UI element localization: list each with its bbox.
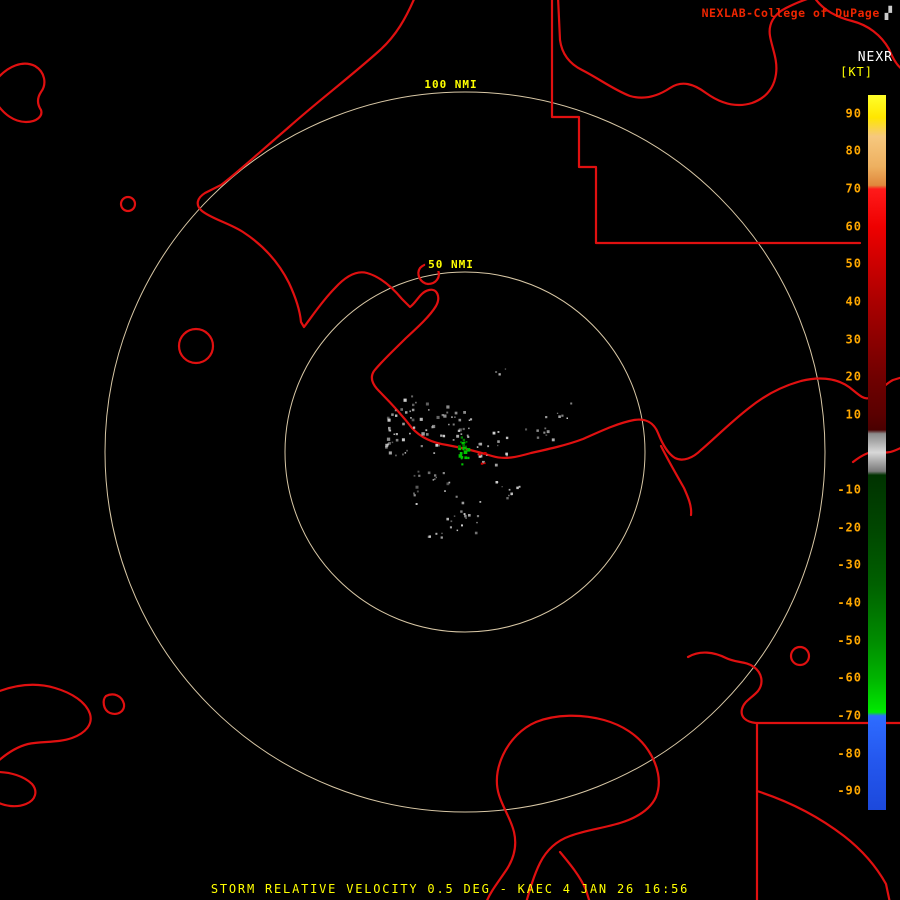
coastline: [0, 683, 92, 761]
bay-outline: [525, 714, 660, 900]
county-border: [550, 0, 862, 245]
cod-logo-icon: ▞: [884, 6, 892, 20]
colorbar-tick: 20: [845, 369, 862, 384]
colorbar-gradient: [868, 95, 886, 810]
colorbar-tick: 10: [845, 407, 862, 422]
inlet-line: [659, 444, 693, 517]
coastline: [196, 0, 900, 461]
colorbar-tick: 30: [845, 331, 862, 346]
echo-layer: [385, 368, 573, 539]
colorbar-tick: -80: [837, 745, 862, 760]
map-outlines: [0, 0, 900, 900]
colorbar-tick: -30: [837, 557, 862, 572]
radar-map: [0, 0, 900, 900]
lake-outline: [177, 327, 215, 365]
colorbar-tick: 40: [845, 294, 862, 309]
status-bar: STORM RELATIVE VELOCITY 0.5 DEG - KAEC 4…: [210, 882, 690, 896]
lake-outline: [119, 195, 137, 213]
island-outline: [0, 62, 46, 124]
island-outline: [102, 693, 126, 715]
colorbar-tick: 60: [845, 219, 862, 234]
colorbar-tick: 90: [845, 106, 862, 121]
header: NEXLAB-College of DuPage ▞: [702, 6, 892, 20]
colorbar-title: NEXR: [857, 50, 893, 65]
colorbar-tick: -10: [837, 482, 862, 497]
colorbar-tick: -90: [837, 783, 862, 798]
island-outline: [0, 771, 37, 808]
colorbar-tick: -60: [837, 670, 862, 685]
colorbar-tick: 50: [845, 256, 862, 271]
colorbar-tick: -20: [837, 520, 862, 535]
colorbar-tick: 70: [845, 181, 862, 196]
colorbar-tick: -40: [837, 595, 862, 610]
colorbar-tick: -50: [837, 632, 862, 647]
radar-display: 100 NMI 50 NMI NEXLAB-College of DuPage ▞…: [0, 0, 900, 900]
colorbar-tick: 80: [845, 143, 862, 158]
lake-outline: [789, 645, 811, 667]
colorbar-tick: -70: [837, 708, 862, 723]
colorbar-ticks: 90 80 70 60 50 40 30 20 10 -10 -20 -30 -40 -50 -60 -70 -…: [818, 0, 862, 900]
